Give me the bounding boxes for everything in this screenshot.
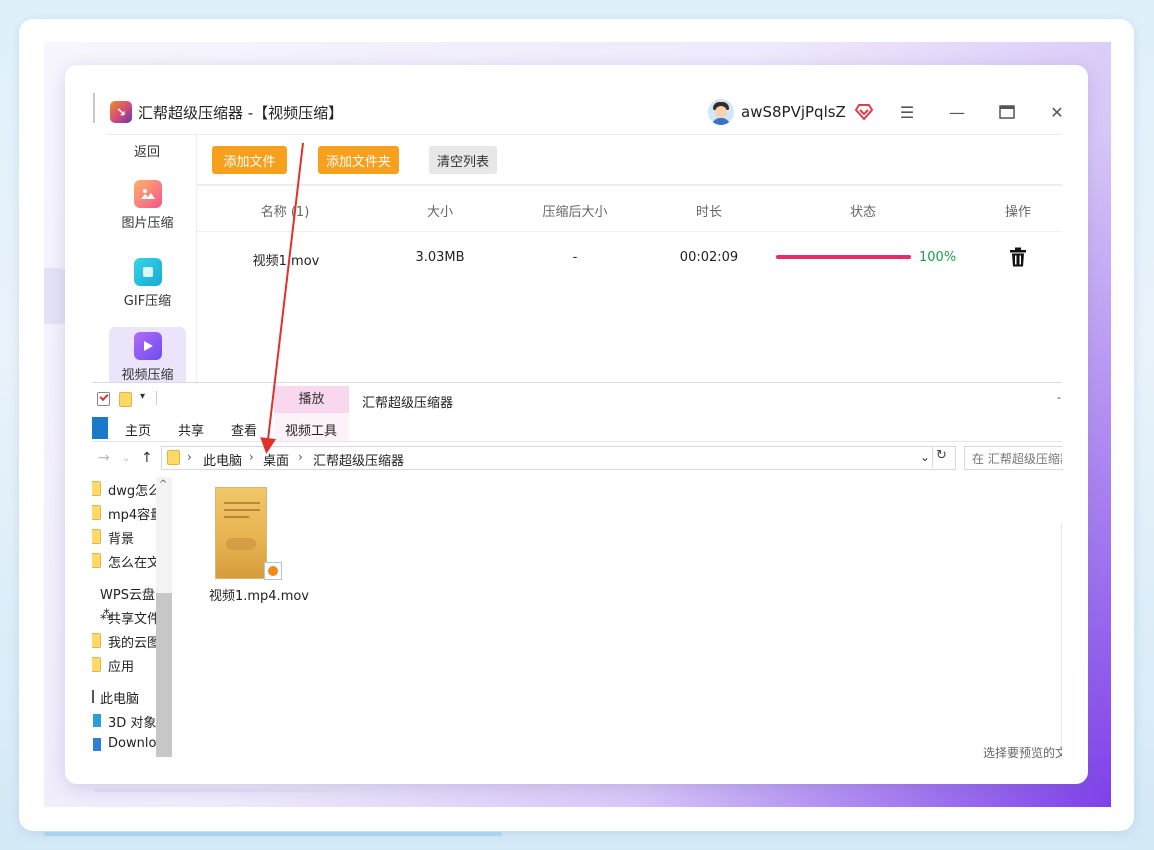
sidebar-item-label: 图片压缩 (121, 216, 174, 231)
search-placeholder[interactable]: 在 汇帮超级压缩器 (972, 450, 1062, 467)
sidebar-divider (196, 135, 197, 385)
file-size-cell: 3.03MB (415, 250, 465, 265)
user-area[interactable]: awS8PVjPqlsZ (708, 97, 874, 127)
maximize-icon[interactable] (995, 101, 1019, 123)
breadcrumb-folder[interactable]: 汇帮超级压缩器 (313, 450, 404, 469)
column-header-action: 操作 (1004, 205, 1032, 220)
quick-access-dropdown-icon[interactable]: ▾ (140, 391, 145, 402)
sidebar-item-label: GIF压缩 (123, 294, 172, 309)
window-edge (93, 93, 95, 123)
tab-share[interactable]: 共享 (178, 420, 204, 439)
file-name-cell: 视频1.mov (252, 254, 320, 269)
refresh-icon[interactable]: ↻ (936, 448, 947, 463)
folder-icon (167, 450, 180, 465)
minimize-icon[interactable]: - (1057, 391, 1061, 404)
app-title: 汇帮超级压缩器 -【视频压缩】 (138, 103, 344, 122)
toolbar-separator (156, 391, 157, 405)
tree-item-this-pc[interactable]: 此电脑 (92, 685, 158, 707)
tree-item-wps-cloud[interactable]: WPS云盘 (92, 581, 158, 603)
tab-file[interactable] (92, 417, 108, 439)
clear-list-button[interactable]: 清空列表 (429, 146, 497, 174)
tree-item[interactable]: mp4容量 (92, 501, 158, 523)
breadcrumb-this-pc[interactable]: 此电脑 (203, 450, 242, 469)
tree-item[interactable]: 我的云图 (92, 629, 158, 651)
tree-scrollbar-thumb[interactable] (156, 593, 172, 757)
tree-item[interactable]: 怎么在文 (92, 549, 158, 571)
progress-label: 100% (919, 250, 957, 265)
sidebar-item-video-compress[interactable]: 视频压缩 (109, 327, 186, 387)
properties-icon[interactable] (97, 392, 110, 406)
tab-home[interactable]: 主页 (125, 420, 151, 439)
close-icon[interactable]: ✕ (1045, 101, 1069, 123)
address-row: → ⌄ ↑ › 此电脑 › 桌面 › 汇帮超级压缩器 ⌄ ↻ 在 汇帮超级压缩器 (92, 442, 1063, 474)
add-folder-button[interactable]: 添加文件夹 (318, 146, 399, 174)
breadcrumb-desktop[interactable]: 桌面 (263, 450, 289, 469)
ribbon-tabs: 主页 共享 查看 视频工具 (92, 413, 1062, 442)
column-header-name[interactable]: 名称 (1) (261, 201, 310, 220)
sidebar-item-gif-compress[interactable]: GIF压缩 (109, 253, 186, 321)
tree-item[interactable]: ⁂ 共享文件 (92, 605, 158, 627)
column-header-duration: 时长 (695, 205, 723, 220)
column-header-status: 状态 (849, 205, 877, 220)
tab-play-context[interactable]: 播放 (274, 386, 349, 414)
address-bar[interactable]: › 此电脑 › 桌面 › 汇帮超级压缩器 ⌄ (161, 446, 956, 470)
tab-view[interactable]: 查看 (231, 420, 257, 439)
video-compress-icon (133, 332, 162, 360)
file-item-label: 视频1.mp4.mov (208, 589, 310, 604)
minimize-icon[interactable]: — (945, 101, 969, 123)
pane-divider (1061, 523, 1062, 759)
duration-cell: 00:02:09 (679, 250, 739, 265)
trash-icon[interactable] (1009, 247, 1027, 267)
explorer-title: 汇帮超级压缩器 (362, 396, 454, 411)
gif-compress-icon (133, 258, 162, 286)
history-dropdown-icon[interactable]: ⌄ (122, 453, 130, 464)
tree-item-downloads[interactable]: Downloa (92, 733, 158, 755)
add-file-button[interactable]: 添加文件 (212, 146, 287, 174)
header-divider (107, 134, 1062, 135)
app-header: ↘ 汇帮超级压缩器 -【视频压缩】 (110, 96, 343, 128)
chevron-down-icon[interactable]: ⌄ (920, 450, 930, 464)
tree-item[interactable]: 应用 (92, 653, 158, 675)
column-header-size: 大小 (426, 205, 454, 220)
table-divider (197, 184, 1062, 186)
avatar[interactable] (708, 99, 734, 125)
horizontal-scrollbar-hint (94, 788, 361, 792)
chevron-right-icon: › (249, 450, 254, 464)
new-folder-icon[interactable] (119, 392, 132, 407)
progress-fill (776, 255, 911, 259)
chevron-right-icon: › (187, 450, 192, 464)
play-badge-icon (264, 562, 282, 580)
decor-line (44, 832, 502, 836)
tree-item[interactable]: 背景 (92, 525, 158, 547)
compressed-size-cell: - (572, 250, 578, 265)
tab-video-tools[interactable]: 视频工具 (285, 420, 337, 439)
sidebar-item-image-compress[interactable]: 图片压缩 (109, 175, 186, 243)
tree-item[interactable]: dwg怎么 (92, 477, 158, 499)
progress-bar (776, 255, 911, 259)
app-logo-icon: ↘ (110, 101, 132, 123)
menu-icon[interactable]: ☰ (895, 101, 919, 123)
image-compress-icon (133, 180, 162, 208)
file-explorer-window: ▾ 播放 汇帮超级压缩器 - 主页 共享 查看 视频工具 → ⌄ ↑ › 此电脑… (92, 382, 1063, 760)
sidebar-item-label: 视频压缩 (121, 368, 174, 383)
back-arrow-icon[interactable]: → (98, 450, 110, 466)
up-arrow-icon[interactable]: ↑ (141, 450, 153, 466)
video-file-icon (215, 487, 282, 580)
preview-hint: 选择要预览的文 (983, 746, 1062, 760)
explorer-titlebar: ▾ 播放 汇帮超级压缩器 - (92, 383, 1062, 414)
tree-item-3d-objects[interactable]: 3D 对象 (92, 709, 158, 731)
table-header-divider (197, 231, 1062, 232)
column-header-compressed-size: 压缩后大小 (542, 205, 608, 220)
back-button[interactable]: 返回 (107, 141, 187, 160)
heart-diamond-icon[interactable] (854, 103, 874, 121)
user-name[interactable]: awS8PVjPqlsZ (741, 103, 846, 121)
chevron-right-icon: › (298, 450, 303, 464)
scroll-up-icon[interactable]: ^ (159, 479, 167, 490)
